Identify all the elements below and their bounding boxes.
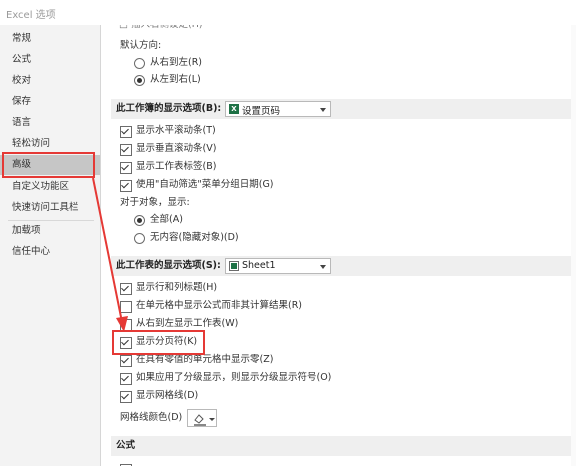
option-label: 显示行和列标题(H) <box>136 282 218 293</box>
option-label: 从右到左显示工作表(W) <box>136 318 239 329</box>
sidebar-item-accessibility[interactable]: 轻松访问 <box>0 134 100 154</box>
option-show-page-breaks[interactable]: 显示分页符(K) <box>120 334 197 350</box>
radio-ltr[interactable] <box>134 75 145 86</box>
checkbox[interactable] <box>120 144 132 156</box>
workbook-display-section: 此工作簿的显示选项(B): <box>111 99 576 119</box>
checkbox[interactable] <box>120 319 132 331</box>
option-row-column-headers[interactable]: 显示行和列标题(H) <box>120 280 217 296</box>
cut-off-option: □ 插入右侧设定(H) <box>119 25 203 33</box>
option-label: 显示垂直滚动条(V) <box>136 143 217 154</box>
option-label: 显示工作表标签(B) <box>136 161 217 172</box>
option-label: 显示水平滚动条(T) <box>136 125 216 136</box>
workbook-select[interactable]: X 设置页码 <box>225 101 331 117</box>
sidebar-item-formulas[interactable]: 公式 <box>0 50 100 70</box>
option-show-formulas[interactable]: 在单元格中显示公式而非其计算结果(R) <box>120 298 302 314</box>
window-titlebar: Excel 选项 <box>0 0 576 25</box>
option-horizontal-scrollbar[interactable]: 显示水平滚动条(T) <box>120 123 216 139</box>
objects-none-option[interactable]: 无内容(隐藏对象)(D) <box>134 230 239 246</box>
workbook-section-title: 此工作簿的显示选项(B): <box>116 103 222 114</box>
objects-all-label: 全部(A) <box>150 214 183 225</box>
option-show-gridlines[interactable]: 显示网格线(D) <box>120 388 198 404</box>
option-autofilter-group-dates[interactable]: 使用"自动筛选"菜单分组日期(G) <box>120 177 274 193</box>
sidebar-item-advanced[interactable]: 高级 <box>0 155 100 175</box>
option-right-to-left-sheet[interactable]: 从右到左显示工作表(W) <box>120 316 238 332</box>
sidebar-item-customize-ribbon[interactable]: 自定义功能区 <box>0 177 100 197</box>
window-title: Excel 选项 <box>6 10 56 21</box>
checkbox[interactable] <box>120 355 132 367</box>
paint-bucket-icon <box>194 414 215 426</box>
advanced-options-panel: □ 插入右侧设定(H) 默认方向: 从右到左(R) 从左到右(L) 此工作簿的显… <box>101 25 576 466</box>
checkbox[interactable] <box>120 373 132 385</box>
worksheet-select-value: Sheet1 <box>242 260 276 271</box>
option-label: 在单元格中显示公式而非其计算结果(R) <box>136 300 303 311</box>
direction-rtl-option[interactable]: 从右到左(R) <box>134 55 202 71</box>
radio-rtl[interactable] <box>134 58 145 69</box>
option-sheet-tabs[interactable]: 显示工作表标签(B) <box>120 159 216 175</box>
checkbox[interactable] <box>120 391 132 403</box>
checkbox[interactable] <box>120 337 132 349</box>
worksheet-display-section: 此工作表的显示选项(S): <box>111 256 576 276</box>
radio-none[interactable] <box>134 233 145 244</box>
formula-section-title: 公式 <box>116 440 136 451</box>
checkbox[interactable] <box>120 162 132 174</box>
option-label: 在具有零值的单元格中显示零(Z) <box>136 354 274 365</box>
sidebar-item-trust-center[interactable]: 信任中心 <box>0 242 100 262</box>
sidebar-item-addins[interactable]: 加载项 <box>0 221 100 241</box>
direction-ltr-label: 从左到右(L) <box>150 74 201 85</box>
checkbox[interactable] <box>120 301 132 313</box>
option-label: 使用"自动筛选"菜单分组日期(G) <box>136 179 274 190</box>
workbook-select-value: 设置页码 <box>242 106 281 117</box>
formula-section: 公式 <box>111 436 576 456</box>
gridline-color-label: 网格线颜色(D) <box>120 412 183 423</box>
option-label: 如果应用了分级显示，则显示分级显示符号(O) <box>136 372 332 383</box>
option-label: 显示分页符(K) <box>136 336 198 347</box>
options-sidebar: 常规 公式 校对 保存 语言 轻松访问 高级 自定义功能区 快速访问工具栏 加载… <box>0 25 101 466</box>
gridline-color-picker[interactable] <box>187 409 217 427</box>
objects-none-label: 无内容(隐藏对象)(D) <box>150 232 239 243</box>
objects-label: 对于对象，显示: <box>120 197 190 208</box>
option-show-zero[interactable]: 在具有零值的单元格中显示零(Z) <box>120 352 273 368</box>
option-outline-symbols[interactable]: 如果应用了分级显示，则显示分级显示符号(O) <box>120 370 331 386</box>
sidebar-item-general[interactable]: 常规 <box>0 29 100 49</box>
direction-rtl-label: 从右到左(R) <box>150 57 203 68</box>
checkbox[interactable] <box>120 180 132 192</box>
sidebar-item-language[interactable]: 语言 <box>0 113 100 133</box>
sidebar-item-quick-access-toolbar[interactable]: 快速访问工具栏 <box>0 198 100 218</box>
vertical-scrollbar[interactable] <box>571 25 576 466</box>
option-label: 显示网格线(D) <box>136 390 199 401</box>
worksheet-section-title: 此工作表的显示选项(S): <box>116 260 221 271</box>
checkbox[interactable] <box>120 126 132 138</box>
direction-label: 默认方向: <box>120 40 162 51</box>
objects-all-option[interactable]: 全部(A) <box>134 212 183 228</box>
sidebar-item-proofing[interactable]: 校对 <box>0 71 100 91</box>
checkbox[interactable] <box>120 283 132 295</box>
radio-all[interactable] <box>134 215 145 226</box>
direction-ltr-option[interactable]: 从左到右(L) <box>134 72 201 88</box>
chevron-down-icon <box>320 265 326 269</box>
sheet-icon <box>229 261 239 271</box>
excel-workbook-icon: X <box>229 104 239 114</box>
option-vertical-scrollbar[interactable]: 显示垂直滚动条(V) <box>120 141 216 157</box>
chevron-down-icon <box>320 108 326 112</box>
sidebar-item-save[interactable]: 保存 <box>0 92 100 112</box>
worksheet-select[interactable]: Sheet1 <box>225 258 331 274</box>
